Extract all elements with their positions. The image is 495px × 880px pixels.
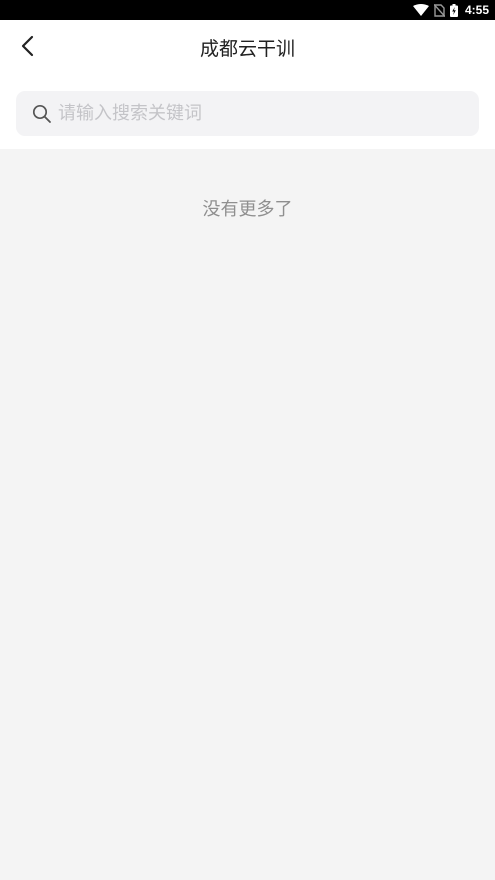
no-more-label: 没有更多了 xyxy=(202,199,293,220)
wifi-icon xyxy=(412,4,429,16)
search-box[interactable] xyxy=(16,91,479,136)
search-icon xyxy=(31,103,53,125)
app-header: 成都云干训 xyxy=(0,20,495,80)
no-sim-icon xyxy=(433,3,445,17)
results-list[interactable]: 没有更多了 xyxy=(0,149,495,880)
battery-charging-icon xyxy=(449,3,458,17)
search-input[interactable] xyxy=(58,91,479,136)
search-section xyxy=(0,80,495,149)
status-time: 4:55 xyxy=(464,3,489,17)
page-title: 成都云干训 xyxy=(199,38,295,60)
status-bar: 4:55 xyxy=(0,0,495,20)
